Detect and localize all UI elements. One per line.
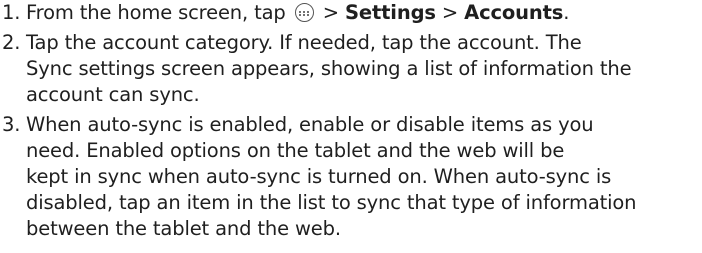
step-number: 1. <box>2 1 21 24</box>
step-text-line: When auto-sync is enabled, enable or dis… <box>26 113 594 136</box>
step-2: 2. Tap the account category. If needed, … <box>0 30 702 108</box>
step-text-line: account can sync. <box>26 83 200 106</box>
step-number: 3. <box>2 113 21 136</box>
settings-label: Settings <box>344 1 436 24</box>
step-text: From the home screen, tap > Settings > A… <box>26 1 570 24</box>
step-text-line: between the tablet and the web. <box>26 217 341 240</box>
step-text-line: disabled, tap an item in the list to syn… <box>26 191 637 214</box>
step-number: 2. <box>2 31 21 54</box>
step-text-line: need. Enabled options on the tablet and … <box>26 139 565 162</box>
step-1: 1. From the home screen, tap > Settings … <box>0 0 702 26</box>
step-text-line: kept in sync when auto-sync is turned on… <box>26 165 612 188</box>
apps-icon <box>294 3 314 22</box>
accounts-label: Accounts <box>464 1 564 24</box>
step-text-line: Sync settings screen appears, showing a … <box>26 57 632 80</box>
step-text-line: Tap the account category. If needed, tap… <box>26 31 582 54</box>
step-3: 3. When auto-sync is enabled, enable or … <box>0 112 702 242</box>
instruction-steps: 1. From the home screen, tap > Settings … <box>0 0 702 242</box>
